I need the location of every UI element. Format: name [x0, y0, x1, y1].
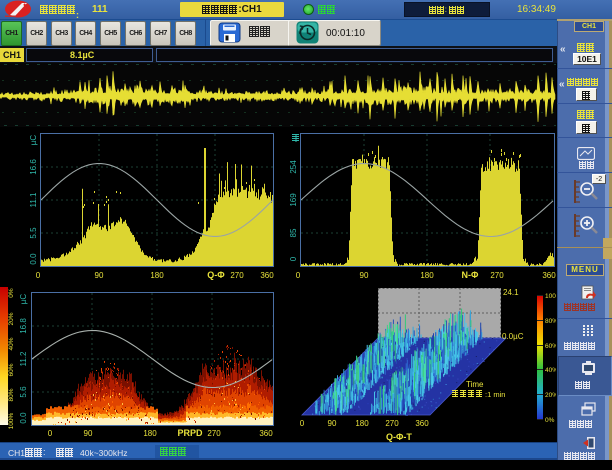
svg-text:100%: 100% — [545, 293, 556, 300]
svg-text:0.0: 0.0 — [19, 412, 28, 424]
svg-text:169: 169 — [290, 193, 298, 207]
svg-text:0%: 0% — [545, 417, 555, 424]
svg-text:40%: 40% — [545, 367, 556, 374]
svg-text:180: 180 — [150, 271, 164, 280]
svg-text:0: 0 — [300, 419, 305, 428]
svg-text:µC: µC — [19, 294, 28, 305]
svg-text:PRPD: PRPD — [177, 428, 203, 438]
svg-text:Q-Φ-T: Q-Φ-T — [386, 432, 412, 442]
svg-text:0: 0 — [48, 429, 53, 438]
svg-text:270: 270 — [490, 271, 504, 280]
svg-text:5.5: 5.5 — [29, 227, 38, 239]
svg-text:90: 90 — [84, 429, 93, 438]
svg-text:11.2: 11.2 — [19, 351, 28, 367]
svg-text:180: 180 — [420, 271, 434, 280]
svg-text:Q-Φ: Q-Φ — [207, 270, 225, 280]
svg-text:270: 270 — [385, 419, 399, 428]
svg-text:360: 360 — [259, 429, 273, 438]
svg-text:0: 0 — [290, 256, 298, 261]
svg-text:270: 270 — [207, 429, 221, 438]
svg-text:90: 90 — [95, 271, 104, 280]
svg-text:16.8: 16.8 — [19, 318, 28, 334]
svg-text:60%: 60% — [8, 363, 15, 376]
svg-text::1 min: :1 min — [485, 390, 505, 399]
svg-text:µC: µC — [29, 135, 38, 146]
svg-text:0.0µC: 0.0µC — [502, 332, 524, 341]
svg-text:360: 360 — [542, 271, 556, 280]
svg-text:85: 85 — [290, 228, 298, 237]
svg-text:24.1: 24.1 — [503, 288, 519, 297]
svg-text:360: 360 — [415, 419, 429, 428]
svg-text:360: 360 — [260, 271, 274, 280]
svg-text:0: 0 — [296, 271, 301, 280]
svg-text:16.6: 16.6 — [29, 159, 38, 175]
svg-text:40%: 40% — [8, 337, 15, 350]
svg-text:5.6: 5.6 — [19, 386, 28, 398]
svg-text:N-Φ: N-Φ — [462, 270, 479, 280]
svg-text:20%: 20% — [8, 312, 15, 325]
svg-text:80%: 80% — [8, 388, 15, 401]
svg-text:80%: 80% — [545, 318, 556, 325]
svg-text:90: 90 — [360, 271, 369, 280]
svg-text:0: 0 — [36, 271, 41, 280]
svg-text:180: 180 — [143, 429, 157, 438]
svg-text:Time: Time — [466, 380, 484, 389]
svg-text:100%: 100% — [8, 412, 15, 429]
svg-text:180: 180 — [355, 419, 369, 428]
svg-text:20%: 20% — [545, 392, 556, 399]
svg-text:11.1: 11.1 — [29, 192, 38, 208]
svg-text:90: 90 — [328, 419, 337, 428]
svg-text:60%: 60% — [545, 343, 556, 350]
svg-text:254: 254 — [290, 160, 298, 174]
svg-text:270: 270 — [230, 271, 244, 280]
svg-text:0%: 0% — [8, 288, 15, 298]
svg-text:0.0: 0.0 — [29, 253, 38, 265]
